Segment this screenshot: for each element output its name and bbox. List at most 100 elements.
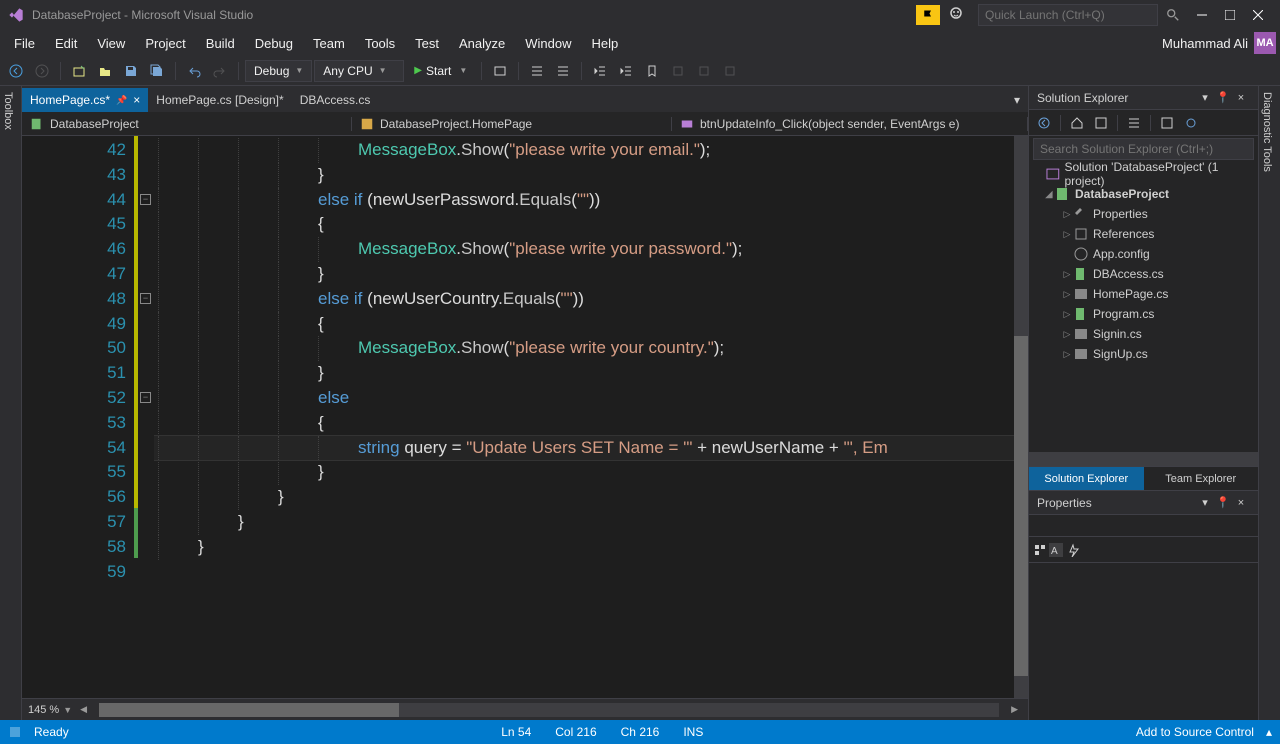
menu-edit[interactable]: Edit: [45, 32, 87, 55]
tree-signin[interactable]: ▷Signin.cs: [1029, 324, 1258, 344]
home-icon[interactable]: [1066, 112, 1088, 134]
indent-button[interactable]: [614, 59, 638, 83]
user-avatar[interactable]: MA: [1254, 32, 1276, 54]
tree-references[interactable]: ▷References: [1029, 224, 1258, 244]
tree-dbaccess[interactable]: ▷DBAccess.cs: [1029, 264, 1258, 284]
props-pin-button[interactable]: 📍: [1214, 494, 1232, 512]
tab-overflow-button[interactable]: ▾: [1006, 88, 1028, 112]
menu-project[interactable]: Project: [135, 32, 195, 55]
panel-tab-solution[interactable]: Solution Explorer: [1029, 467, 1144, 490]
window-title: DatabaseProject - Microsoft Visual Studi…: [32, 8, 253, 22]
menu-test[interactable]: Test: [405, 32, 449, 55]
solution-search-input[interactable]: [1033, 138, 1254, 160]
diagnostic-tools-tab[interactable]: Diagnostic Tools: [1258, 86, 1280, 720]
tab-homepage-cs[interactable]: HomePage.cs*📌×: [22, 88, 148, 112]
vs-logo-icon: [8, 7, 24, 23]
props-close-button[interactable]: ×: [1232, 494, 1250, 512]
menu-tools[interactable]: Tools: [355, 32, 405, 55]
main-toolbar: Debug▼ Any CPU▼ ▶Start▼: [0, 56, 1280, 86]
show-all-button[interactable]: [1156, 112, 1178, 134]
menu-view[interactable]: View: [87, 32, 135, 55]
source-control-button[interactable]: Add to Source Control: [1124, 725, 1266, 739]
tab-homepage-design[interactable]: HomePage.cs [Design]*: [148, 88, 291, 112]
properties-grid: [1029, 563, 1258, 720]
solution-hscroll[interactable]: [1029, 452, 1258, 466]
save-button[interactable]: [119, 59, 143, 83]
start-debug-button[interactable]: ▶Start▼: [406, 62, 475, 80]
hscroll-left[interactable]: ◀: [76, 704, 91, 715]
bookmark-button[interactable]: [640, 59, 664, 83]
props-alpha-button[interactable]: A: [1049, 543, 1063, 557]
menu-debug[interactable]: Debug: [245, 32, 303, 55]
pin-icon[interactable]: 📌: [116, 95, 127, 106]
sync-button[interactable]: [1090, 112, 1112, 134]
code-editor[interactable]: 424344454647484950515253545556575859 −−−…: [22, 136, 1028, 698]
method-context[interactable]: btnUpdateInfo_Click(object sender, Event…: [672, 117, 1028, 131]
close-icon[interactable]: ×: [133, 93, 140, 107]
panel-pin-button[interactable]: 📍: [1214, 89, 1232, 107]
tree-properties[interactable]: ▷Properties: [1029, 204, 1258, 224]
notification-flag-icon[interactable]: [916, 5, 940, 25]
tab-dbaccess[interactable]: DBAccess.cs: [292, 88, 379, 112]
menu-help[interactable]: Help: [582, 32, 629, 55]
user-name[interactable]: Muhammad Ali: [1162, 36, 1248, 51]
status-col: Col 216: [543, 725, 608, 739]
panel-close-button[interactable]: ×: [1232, 89, 1250, 107]
toolbar-btn-1[interactable]: [488, 59, 512, 83]
project-context[interactable]: DatabaseProject: [22, 117, 352, 131]
source-control-chevron[interactable]: ▴: [1266, 725, 1272, 739]
editor-tabs: HomePage.cs*📌× HomePage.cs [Design]* DBA…: [22, 86, 1028, 112]
fold-toggle[interactable]: −: [140, 194, 151, 205]
feedback-icon[interactable]: [948, 5, 968, 25]
solution-config-select[interactable]: Debug▼: [245, 60, 312, 82]
save-all-button[interactable]: [145, 59, 169, 83]
home-button[interactable]: [1033, 112, 1055, 134]
toolbar-btn-6[interactable]: [718, 59, 742, 83]
outdent-button[interactable]: [588, 59, 612, 83]
panel-menu-button[interactable]: ▾: [1196, 89, 1214, 107]
undo-button[interactable]: [182, 59, 206, 83]
quick-launch-input[interactable]: [978, 4, 1158, 26]
props-menu-button[interactable]: ▾: [1196, 494, 1214, 512]
toolbar-btn-3[interactable]: [551, 59, 575, 83]
hscroll-right[interactable]: ▶: [1007, 704, 1022, 715]
toolbar-btn-4[interactable]: [666, 59, 690, 83]
toolbar-btn-5[interactable]: [692, 59, 716, 83]
menu-window[interactable]: Window: [515, 32, 581, 55]
horizontal-scrollbar[interactable]: [99, 703, 999, 717]
toolbar-btn-2[interactable]: [525, 59, 549, 83]
props-categorized-button[interactable]: [1033, 543, 1047, 557]
close-button[interactable]: [1244, 5, 1272, 25]
collapse-button[interactable]: [1123, 112, 1145, 134]
zoom-level[interactable]: 145 %: [28, 704, 59, 716]
menu-build[interactable]: Build: [196, 32, 245, 55]
vertical-scrollbar[interactable]: [1014, 136, 1028, 698]
new-project-button[interactable]: [67, 59, 91, 83]
fold-toggle[interactable]: −: [140, 392, 151, 403]
solution-root[interactable]: Solution 'DatabaseProject' (1 project): [1029, 164, 1258, 184]
status-icon: [8, 725, 22, 739]
redo-button[interactable]: [208, 59, 232, 83]
minimize-button[interactable]: [1188, 5, 1216, 25]
maximize-button[interactable]: [1216, 5, 1244, 25]
fold-toggle[interactable]: −: [140, 293, 151, 304]
tree-homepage[interactable]: ▷HomePage.cs: [1029, 284, 1258, 304]
nav-back-button[interactable]: [4, 59, 28, 83]
menu-bar: File Edit View Project Build Debug Team …: [0, 30, 1280, 56]
open-button[interactable]: [93, 59, 117, 83]
menu-analyze[interactable]: Analyze: [449, 32, 515, 55]
menu-team[interactable]: Team: [303, 32, 355, 55]
menu-file[interactable]: File: [4, 32, 45, 55]
props-events-button[interactable]: [1067, 543, 1081, 557]
search-icon[interactable]: [1166, 8, 1180, 22]
refresh-button[interactable]: [1180, 112, 1202, 134]
class-context[interactable]: DatabaseProject.HomePage: [352, 117, 672, 131]
status-ready: Ready: [22, 725, 81, 739]
solution-platform-select[interactable]: Any CPU▼: [314, 60, 404, 82]
toolbox-tab[interactable]: Toolbox: [0, 86, 22, 720]
tree-signup[interactable]: ▷SignUp.cs: [1029, 344, 1258, 364]
tree-program[interactable]: ▷Program.cs: [1029, 304, 1258, 324]
tree-appconfig[interactable]: App.config: [1029, 244, 1258, 264]
panel-tab-team[interactable]: Team Explorer: [1144, 467, 1259, 490]
nav-fwd-button[interactable]: [30, 59, 54, 83]
